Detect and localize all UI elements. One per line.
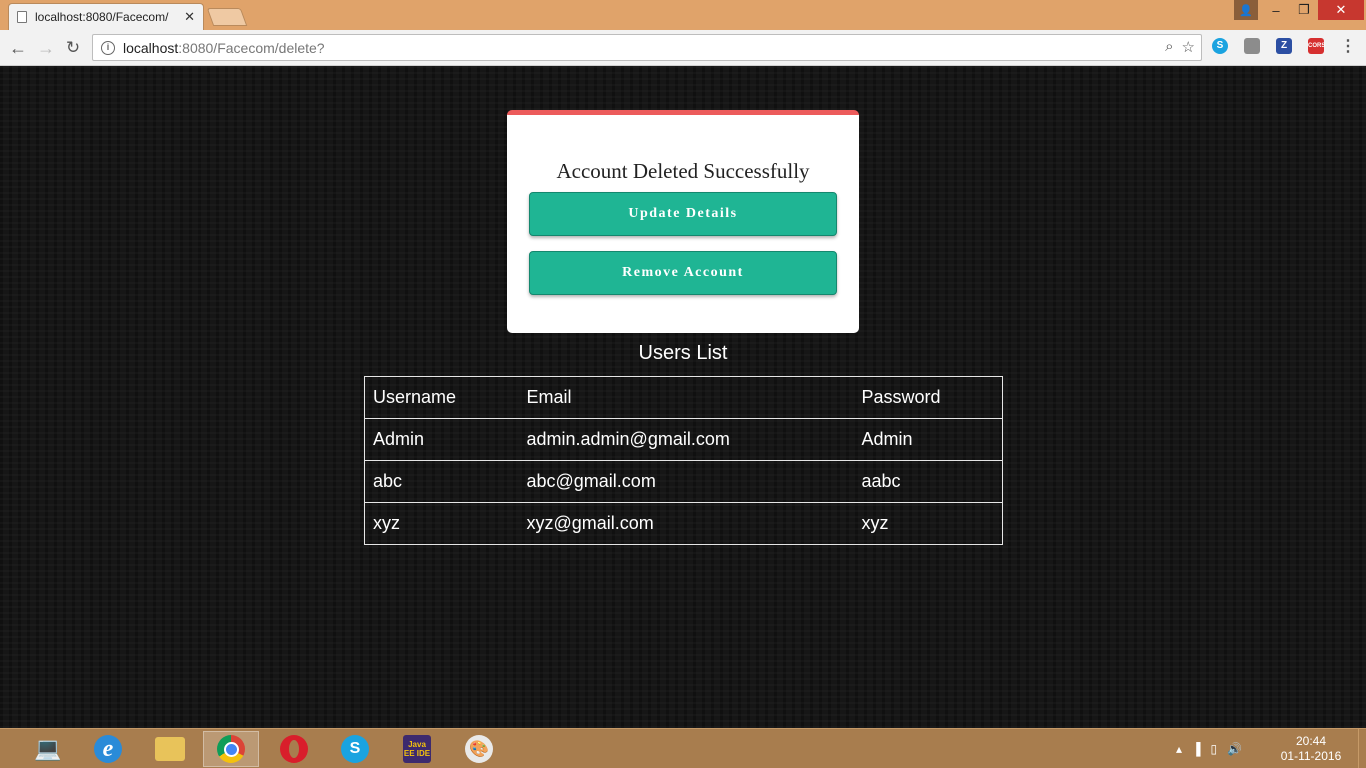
cell-email: admin.admin@gmail.com bbox=[518, 418, 854, 461]
taskbar-explorer-app[interactable] bbox=[142, 731, 198, 767]
header-username: Username bbox=[364, 376, 519, 419]
pocket-extension-icon[interactable] bbox=[1244, 38, 1260, 54]
browser-menu-icon[interactable]: ⋮ bbox=[1340, 38, 1356, 58]
java-ee-ide-icon: Java EE IDE bbox=[403, 735, 431, 763]
browser-tab[interactable]: localhost:8080/Facecom/ ✕ bbox=[8, 3, 204, 30]
header-email: Email bbox=[518, 376, 854, 419]
table-header-row: Username Email Password bbox=[364, 376, 1003, 419]
new-tab-button[interactable] bbox=[206, 8, 248, 26]
table-row: xyz xyz@gmail.com xyz bbox=[364, 502, 1003, 545]
internet-explorer-icon: e bbox=[94, 735, 122, 763]
page-icon bbox=[17, 11, 27, 23]
url-host: localhost bbox=[123, 39, 179, 56]
volume-icon[interactable]: 🔊 bbox=[1227, 742, 1242, 756]
minimize-button[interactable]: – bbox=[1262, 0, 1290, 20]
tab-close-icon[interactable]: ✕ bbox=[184, 9, 195, 25]
cell-email: xyz@gmail.com bbox=[518, 502, 854, 545]
system-tray: ▴ ▐ ▯ 🔊 bbox=[1176, 729, 1242, 768]
cell-password: aabc bbox=[853, 460, 1003, 503]
taskbar-skype-app[interactable]: S bbox=[327, 731, 383, 767]
paint-icon: 🎨 bbox=[465, 735, 493, 763]
remove-account-button[interactable]: Remove Account bbox=[529, 251, 837, 295]
file-explorer-icon bbox=[155, 737, 185, 761]
url-path: :8080/Facecom/delete? bbox=[178, 39, 325, 56]
restore-button[interactable]: ❐ bbox=[1290, 0, 1318, 20]
taskbar-chrome-app[interactable] bbox=[203, 731, 259, 767]
zoom-icon[interactable]: ⌕ bbox=[1165, 38, 1173, 56]
taskbar: 💻 e S Java EE IDE 🎨 ▴ ▐ ▯ 🔊 20:44 01-11-… bbox=[0, 728, 1366, 768]
browser-titlebar: localhost:8080/Facecom/ ✕ 👤 – ❐ ✕ bbox=[0, 0, 1366, 30]
tab-title: localhost:8080/Facecom/ bbox=[35, 10, 169, 24]
cell-username: abc bbox=[364, 460, 519, 503]
status-message: Account Deleted Successfully bbox=[556, 159, 810, 183]
zotero-extension-icon[interactable]: Z bbox=[1276, 38, 1292, 54]
clock-time: 20:44 bbox=[1295, 734, 1327, 748]
taskbar-paint-app[interactable]: 🎨 bbox=[451, 731, 507, 767]
network-signal-icon[interactable]: ▐ bbox=[1192, 742, 1201, 756]
page-body: Account Deleted Successfully Update Deta… bbox=[0, 66, 1366, 728]
laptop-icon: 💻 bbox=[34, 736, 62, 761]
show-hidden-icons-icon[interactable]: ▴ bbox=[1176, 742, 1182, 756]
users-table: Username Email Password Admin admin.admi… bbox=[364, 376, 1003, 545]
update-details-button[interactable]: Update Details bbox=[529, 192, 837, 236]
cors-extension-icon[interactable]: CORS bbox=[1308, 38, 1325, 54]
reload-icon[interactable]: ↻ bbox=[63, 38, 83, 58]
taskbar-java-ide-app[interactable]: Java EE IDE bbox=[389, 731, 445, 767]
cell-password: Admin bbox=[853, 418, 1003, 461]
taskbar-laptop-app[interactable]: 💻 bbox=[20, 731, 76, 767]
info-icon[interactable]: i bbox=[101, 40, 115, 55]
users-list-title: Users List bbox=[638, 342, 728, 364]
system-clock[interactable]: 20:44 01-11-2016 bbox=[1280, 729, 1342, 768]
cell-username: Admin bbox=[364, 418, 519, 461]
show-desktop-button[interactable] bbox=[1358, 729, 1366, 768]
clock-date: 01-11-2016 bbox=[1280, 749, 1342, 763]
browser-toolbar: ← → ↻ i localhost:8080/Facecom/delete? ⌕… bbox=[0, 30, 1366, 66]
cell-username: xyz bbox=[364, 502, 519, 545]
skype-extension-icon[interactable]: S bbox=[1212, 38, 1228, 54]
close-window-button[interactable]: ✕ bbox=[1318, 0, 1364, 20]
back-arrow-icon[interactable]: ← bbox=[8, 38, 28, 58]
table-row: Admin admin.admin@gmail.com Admin bbox=[364, 418, 1003, 461]
address-bar[interactable]: i localhost:8080/Facecom/delete? ⌕ ☆ bbox=[92, 34, 1202, 61]
opera-icon bbox=[280, 735, 308, 763]
account-card: Account Deleted Successfully Update Deta… bbox=[507, 110, 859, 333]
forward-arrow-icon[interactable]: → bbox=[36, 38, 56, 58]
taskbar-opera-app[interactable] bbox=[266, 731, 322, 767]
cell-email: abc@gmail.com bbox=[518, 460, 854, 503]
bookmark-star-icon[interactable]: ☆ bbox=[1182, 38, 1195, 56]
user-profile-icon[interactable]: 👤 bbox=[1234, 0, 1258, 20]
chrome-icon bbox=[217, 735, 245, 763]
battery-icon[interactable]: ▯ bbox=[1211, 742, 1218, 756]
header-password: Password bbox=[853, 376, 1003, 419]
skype-icon: S bbox=[341, 735, 369, 763]
taskbar-ie-app[interactable]: e bbox=[80, 731, 136, 767]
table-row: abc abc@gmail.com aabc bbox=[364, 460, 1003, 503]
cell-password: xyz bbox=[853, 502, 1003, 545]
